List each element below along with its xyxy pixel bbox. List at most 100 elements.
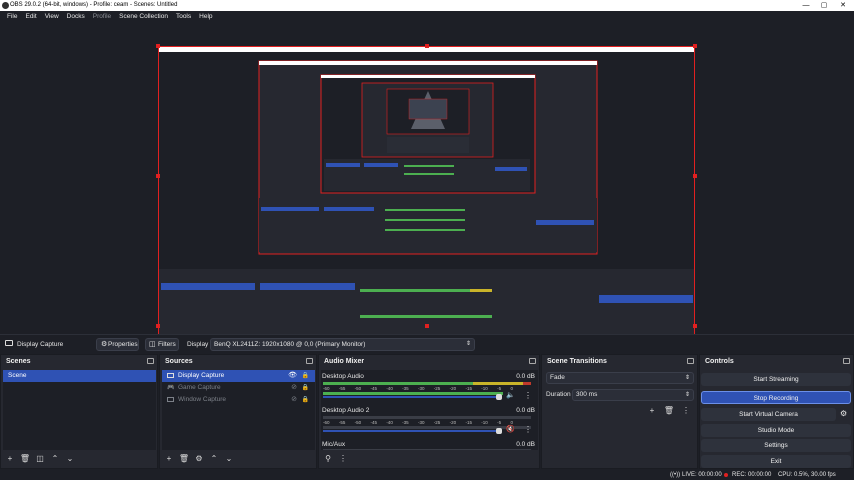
tick-label: -40 bbox=[386, 386, 393, 391]
audio-mixer-dock: Audio Mixer Desktop Audio 0.0 dB -60 -55 -… bbox=[318, 354, 540, 469]
stop-recording-button[interactable]: Stop Recording bbox=[701, 391, 851, 404]
tick-label: -5 bbox=[497, 420, 502, 425]
move-up-icon[interactable]: ⌃ bbox=[49, 453, 61, 465]
resize-handle-t[interactable] bbox=[425, 44, 429, 48]
scenes-list[interactable]: Scene bbox=[3, 370, 156, 450]
filters-label: Filters bbox=[158, 341, 176, 348]
maximize-button[interactable]: ▢ bbox=[815, 0, 833, 11]
menu-scene-collection[interactable]: Scene Collection bbox=[115, 11, 172, 22]
resize-handle-bl[interactable] bbox=[156, 324, 160, 328]
recursive-preview-image bbox=[159, 47, 694, 348]
eye-hidden-icon[interactable]: ⊘ bbox=[291, 394, 297, 406]
menu-edit[interactable]: Edit bbox=[21, 11, 40, 22]
undock-icon[interactable] bbox=[843, 358, 850, 364]
speaker-icon[interactable]: 🔈 bbox=[506, 391, 515, 399]
audio-mixer-title: Audio Mixer bbox=[324, 358, 365, 365]
minimize-button[interactable]: — bbox=[797, 0, 815, 11]
gear-icon: ⚙ bbox=[101, 341, 108, 348]
resize-handle-b[interactable] bbox=[425, 324, 429, 328]
tick-label: -20 bbox=[449, 386, 457, 391]
source-properties-icon[interactable]: ⚙ bbox=[193, 453, 205, 465]
channel-name: Desktop Audio 2 bbox=[322, 407, 370, 414]
add-source-icon[interactable]: + bbox=[163, 453, 175, 465]
resize-handle-br[interactable] bbox=[693, 324, 697, 328]
duration-label: Duration bbox=[546, 391, 571, 398]
filters-button[interactable]: ◫ Filters bbox=[145, 338, 179, 351]
source-item-label: Display Capture bbox=[178, 372, 225, 379]
volume-slider[interactable] bbox=[323, 396, 501, 398]
undock-icon[interactable] bbox=[147, 358, 154, 364]
move-down-icon[interactable]: ⌄ bbox=[223, 453, 235, 465]
resize-handle-l[interactable] bbox=[156, 174, 160, 178]
lock-icon[interactable]: 🔒 bbox=[302, 370, 309, 382]
resize-handle-tl[interactable] bbox=[156, 44, 160, 48]
undock-icon[interactable] bbox=[687, 358, 694, 364]
resize-handle-tr[interactable] bbox=[693, 44, 697, 48]
monitor-icon bbox=[5, 340, 13, 346]
scene-item[interactable]: Scene bbox=[3, 370, 156, 382]
tick-label: -10 bbox=[481, 386, 488, 391]
remove-transition-icon[interactable]: 🗑 bbox=[663, 405, 675, 417]
display-select[interactable]: BenQ XL2411Z: 1920x1080 @ 0,0 (Primary M… bbox=[210, 338, 475, 351]
remove-source-icon[interactable]: 🗑 bbox=[178, 453, 190, 465]
lock-icon[interactable]: 🔒 bbox=[302, 382, 309, 394]
speaker-muted-icon[interactable]: 🔇 bbox=[506, 425, 515, 433]
duration-spinbox[interactable]: 300 ms ⇕ bbox=[572, 389, 694, 401]
more-options-icon[interactable]: ⋮ bbox=[524, 425, 532, 434]
virtual-camera-settings-icon[interactable]: ⚙ bbox=[840, 409, 847, 418]
scenes-title: Scenes bbox=[6, 358, 31, 365]
audio-mixer-toolbar: ⚲ ⋮ bbox=[322, 453, 349, 465]
scene-filters-icon[interactable]: ◫ bbox=[34, 453, 46, 465]
transition-select[interactable]: Fade ⇕ bbox=[546, 372, 694, 384]
tick-label: -50 bbox=[354, 386, 362, 391]
preview-area[interactable] bbox=[0, 22, 854, 349]
move-up-icon[interactable]: ⌃ bbox=[208, 453, 220, 465]
duration-value: 300 ms bbox=[576, 391, 598, 398]
volume-slider-handle[interactable] bbox=[496, 394, 502, 400]
exit-button[interactable]: Exit bbox=[701, 455, 851, 468]
tick-label: -55 bbox=[338, 386, 346, 391]
menu-tools[interactable]: Tools bbox=[172, 11, 195, 22]
menu-profile[interactable]: Profile bbox=[89, 11, 115, 22]
eye-icon[interactable]: 👁 bbox=[288, 370, 297, 382]
remove-scene-icon[interactable]: 🗑 bbox=[19, 453, 31, 465]
move-down-icon[interactable]: ⌄ bbox=[64, 453, 76, 465]
close-button[interactable]: ✕ bbox=[834, 0, 852, 11]
menu-help[interactable]: Help bbox=[195, 11, 216, 22]
more-options-icon[interactable]: ⋮ bbox=[524, 391, 532, 400]
undock-icon[interactable] bbox=[529, 358, 536, 364]
resize-handle-r[interactable] bbox=[693, 174, 697, 178]
source-item[interactable]: 🎮 Game Capture ⊘ 🔒 bbox=[162, 382, 315, 394]
menu-view[interactable]: View bbox=[41, 11, 63, 22]
source-item[interactable]: Display Capture 👁 🔒 bbox=[162, 370, 315, 382]
start-virtual-camera-button[interactable]: Start Virtual Camera bbox=[701, 408, 836, 421]
add-scene-icon[interactable]: + bbox=[4, 453, 16, 465]
eye-hidden-icon[interactable]: ⊘ bbox=[291, 382, 297, 394]
add-transition-icon[interactable]: + bbox=[646, 405, 658, 417]
tick-label: -30 bbox=[417, 420, 425, 425]
source-item[interactable]: Window Capture ⊘ 🔒 bbox=[162, 394, 315, 406]
gamepad-icon: 🎮 bbox=[167, 385, 175, 391]
advanced-audio-icon[interactable]: ⚲ bbox=[322, 453, 334, 465]
sources-list[interactable]: Display Capture 👁 🔒 🎮 Game Capture ⊘ 🔒 W… bbox=[162, 370, 315, 450]
sources-dock: Sources Display Capture 👁 🔒 🎮 Game Captu… bbox=[159, 354, 317, 469]
preview-canvas[interactable] bbox=[158, 46, 695, 349]
menu-docks[interactable]: Docks bbox=[63, 11, 89, 22]
more-options-icon[interactable]: ⋮ bbox=[680, 405, 692, 417]
controls-title: Controls bbox=[705, 358, 734, 365]
volume-slider-handle[interactable] bbox=[496, 428, 502, 434]
title-bar: OBS 29.0.2 (64-bit, windows) - Profile: … bbox=[0, 0, 854, 11]
undock-icon[interactable] bbox=[306, 358, 313, 364]
tick-label: -15 bbox=[465, 420, 472, 425]
tick-label: -60 bbox=[323, 420, 330, 425]
start-streaming-button[interactable]: Start Streaming bbox=[701, 373, 851, 386]
volume-slider[interactable] bbox=[323, 430, 501, 432]
menu-file[interactable]: File bbox=[3, 11, 21, 22]
more-options-icon[interactable]: ⋮ bbox=[337, 453, 349, 465]
lock-icon[interactable]: 🔒 bbox=[302, 394, 309, 406]
scenes-toolbar: + 🗑 ◫ ⌃ ⌄ bbox=[4, 453, 76, 465]
studio-mode-button[interactable]: Studio Mode bbox=[701, 424, 851, 437]
context-source-name: Display Capture bbox=[17, 341, 64, 348]
settings-button[interactable]: Settings bbox=[701, 439, 851, 452]
properties-button[interactable]: ⚙ Properties bbox=[96, 338, 139, 351]
